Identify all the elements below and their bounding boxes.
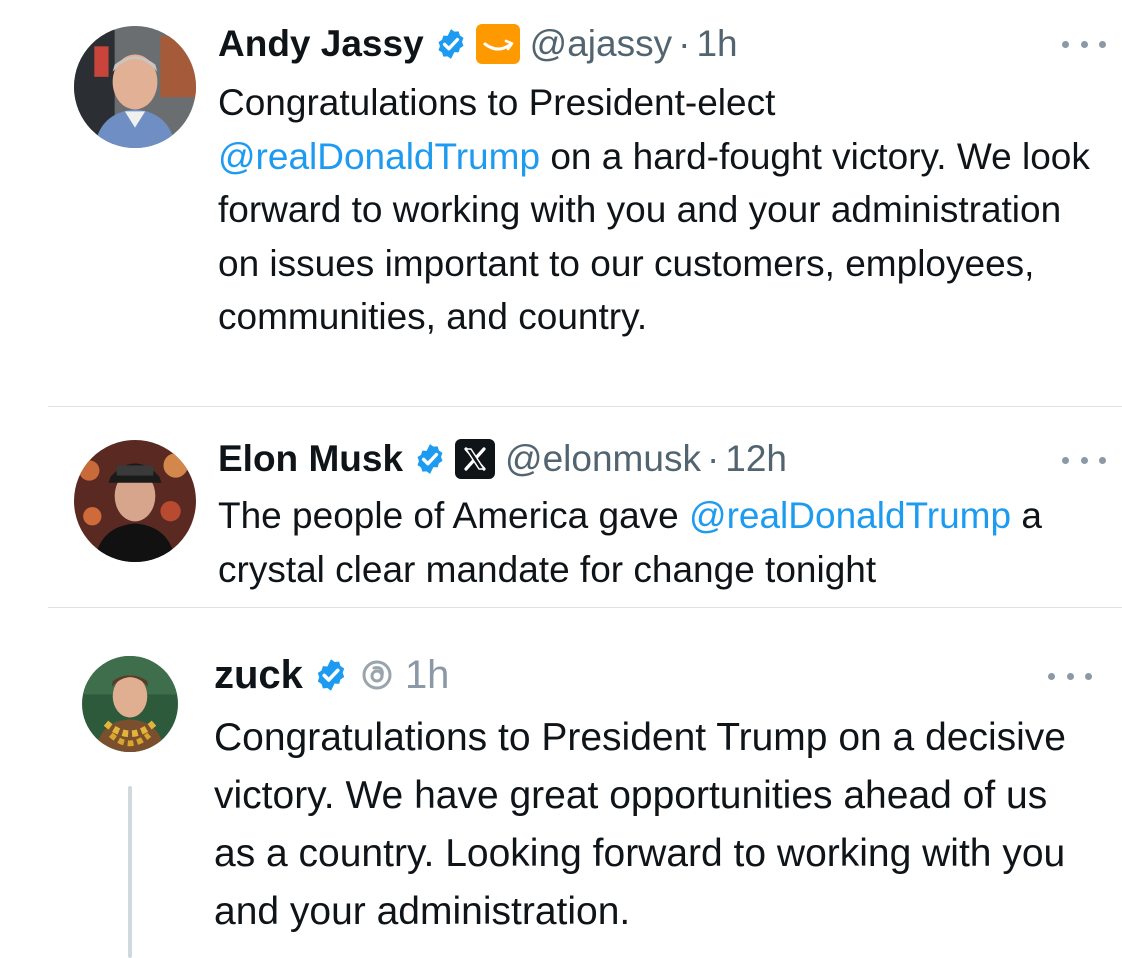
verified-badge-icon [313, 657, 349, 693]
avatar[interactable] [74, 440, 196, 562]
more-dot-icon [1062, 456, 1069, 464]
more-options-button[interactable] [1048, 669, 1092, 683]
mention-link[interactable]: @realDonaldTrump [218, 136, 540, 177]
post-time[interactable]: 12h [725, 438, 787, 480]
post-text-part: The people of America gave [218, 495, 690, 536]
more-dot-icon [1066, 672, 1074, 680]
post-elon-musk[interactable]: Elon Musk @elonmusk · 12h The people of … [0, 407, 1122, 607]
more-dot-icon [1080, 456, 1088, 464]
post-time[interactable]: 1h [405, 653, 450, 698]
avatar-image [82, 656, 178, 752]
post-zuck[interactable]: zuck 1h Congratulations to President Tru… [0, 608, 1122, 958]
post-time[interactable]: 1h [696, 23, 737, 65]
mention-link[interactable]: @realDonaldTrump [689, 495, 1011, 536]
post-text-part: Congratulations to President-elect [218, 82, 776, 123]
more-dot-icon [1099, 40, 1106, 48]
verified-badge-icon [434, 27, 468, 61]
separator-dot: · [706, 438, 720, 479]
verified-badge-icon [413, 442, 447, 476]
post-text: Congratulations to President-elect @real… [218, 76, 1098, 344]
more-dot-icon [1062, 40, 1069, 48]
author-handle[interactable]: @ajassy [530, 23, 672, 65]
author-name[interactable]: Elon Musk [218, 438, 403, 480]
post-text: The people of America gave @realDonaldTr… [218, 489, 1118, 597]
post-andy-jassy[interactable]: Andy Jassy @ajassy · 1h Congratulations … [0, 0, 1122, 406]
post-text-part: Congratulations to President Trump on a … [214, 716, 1066, 933]
post-text: Congratulations to President Trump on a … [214, 709, 1094, 941]
more-dot-icon [1048, 672, 1055, 680]
more-options-button[interactable] [1062, 37, 1106, 51]
more-dot-icon [1080, 40, 1088, 48]
avatar-image [74, 440, 196, 562]
separator-dot: · [678, 23, 691, 64]
more-options-button[interactable] [1062, 453, 1106, 467]
author-name[interactable]: Andy Jassy [218, 23, 424, 65]
threads-icon[interactable] [359, 657, 395, 693]
more-dot-icon [1099, 456, 1106, 464]
author-handle[interactable]: @elonmusk [505, 438, 701, 480]
avatar-image [74, 26, 196, 148]
avatar[interactable] [74, 26, 196, 148]
more-dot-icon [1085, 672, 1092, 680]
author-name[interactable]: zuck [214, 653, 303, 698]
amazon-badge-icon[interactable] [475, 24, 520, 64]
avatar[interactable] [82, 656, 178, 752]
thread-connector-line [128, 786, 132, 958]
x-badge-icon[interactable] [455, 439, 496, 479]
